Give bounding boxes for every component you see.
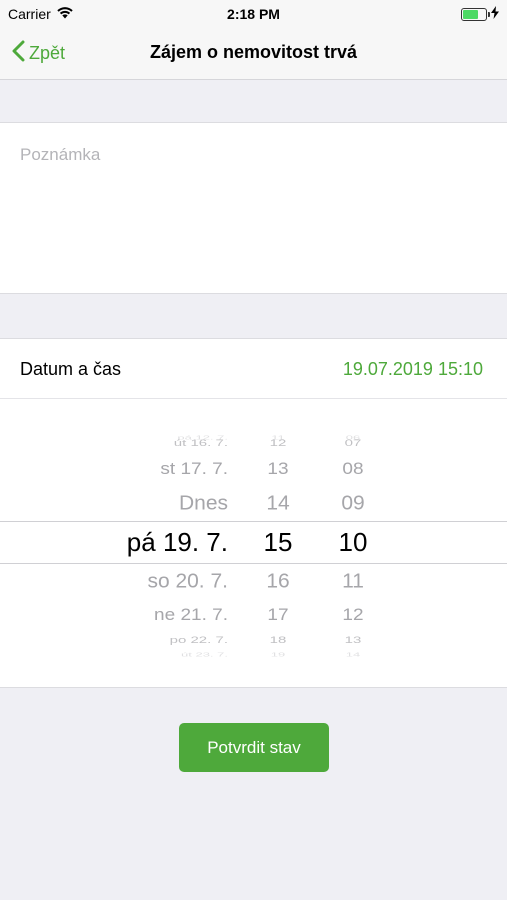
picker-minute-column[interactable]: 06 07 08 09 10 11 12 13 14	[320, 399, 386, 689]
date-time-value: 19.07.2019 15:10	[342, 359, 483, 379]
date-time-picker[interactable]: pá 12. 7. út 16. 7. st 17. 7. Dnes pá 19. 7.…	[0, 399, 507, 689]
picker-day-option[interactable]: po 22. 7.	[170, 636, 228, 645]
picker-hour-option[interactable]: 13	[250, 461, 306, 477]
picker-minute-option[interactable]: 11	[320, 571, 386, 591]
page-title: Zájem o nemovitost trvá	[149, 42, 358, 62]
picker-hour-option[interactable]: 18	[250, 636, 306, 645]
picker-minute-option[interactable]: 12	[320, 607, 386, 623]
picker-day-option[interactable]: út 16. 7.	[174, 439, 228, 448]
date-time-label: Datum a čas	[20, 359, 122, 379]
battery-icon	[461, 7, 490, 21]
battery-fill	[463, 9, 479, 19]
picker-minute-option[interactable]: 09	[320, 493, 386, 513]
picker-minute-option[interactable]: 13	[320, 636, 386, 645]
picker-day-option[interactable]: út 23. 7.	[181, 651, 228, 657]
status-right	[461, 6, 499, 22]
picker-minute-option[interactable]: 08	[320, 461, 386, 477]
status-time: 2:18 PM	[227, 6, 280, 22]
picker-hour-option[interactable]: 16	[250, 571, 306, 591]
navigation-bar: Zpět Zájem o nemovitost trvá	[0, 28, 507, 80]
picker-day-column[interactable]: pá 12. 7. út 16. 7. st 17. 7. Dnes pá 19. 7.…	[100, 399, 228, 689]
picker-minute-option[interactable]: 07	[320, 439, 386, 448]
status-bar: Carrier 2:18 PM	[0, 0, 507, 28]
picker-day-option[interactable]: st 17. 7.	[160, 461, 228, 477]
picker-minute-option[interactable]: 14	[320, 651, 386, 657]
picker-hour-option[interactable]: 17	[250, 607, 306, 623]
picker-day-option[interactable]: so 20. 7.	[147, 571, 228, 591]
picker-hour-column[interactable]: 11 12 13 14 15 16 17 18 19	[250, 399, 306, 689]
picker-hour-option[interactable]: 15	[250, 529, 306, 555]
picker-minute-option[interactable]: 10	[320, 529, 386, 555]
picker-day-option[interactable]: ne 21. 7.	[154, 607, 228, 623]
note-section	[0, 122, 507, 294]
date-time-section: Datum a čas 19.07.2019 15:10 pá 12. 7. út…	[0, 338, 507, 688]
charging-icon	[491, 6, 499, 22]
picker-hour-option[interactable]: 12	[250, 439, 306, 448]
picker-day-option[interactable]: pá 19. 7.	[127, 529, 228, 555]
confirm-status-button[interactable]: Potvrdit stav	[179, 723, 329, 772]
picker-hour-option[interactable]: 19	[250, 651, 306, 657]
picker-hour-option[interactable]: 14	[250, 493, 306, 513]
picker-day-option[interactable]: Dnes	[179, 493, 228, 513]
date-time-row[interactable]: Datum a čas 19.07.2019 15:10	[0, 339, 507, 399]
note-input[interactable]	[20, 145, 490, 275]
